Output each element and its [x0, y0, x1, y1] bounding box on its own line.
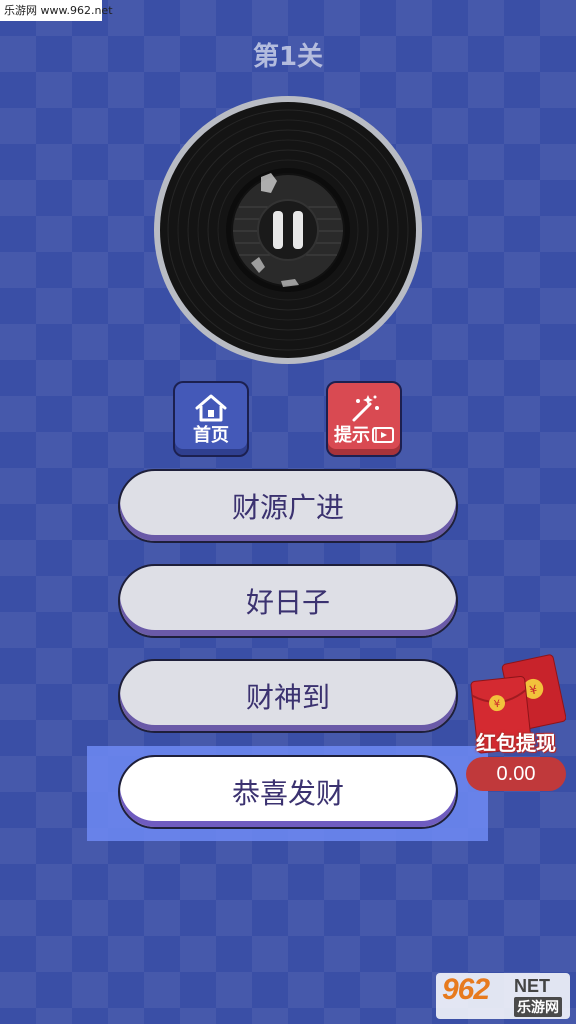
house-icon: [195, 394, 227, 422]
vinyl-record[interactable]: [153, 95, 423, 365]
level-title: 第1关: [252, 42, 324, 72]
hint-button-label: 提示: [334, 425, 370, 446]
hint-button[interactable]: 提示: [326, 381, 402, 457]
red-packet-amount[interactable]: 0.00: [466, 757, 566, 791]
home-button-label: 首页: [193, 425, 229, 446]
answer-option-3[interactable]: 财神到: [118, 659, 458, 733]
video-icon: [372, 427, 394, 443]
watermark-subtitle: 乐游网: [514, 997, 562, 1017]
red-packet-title[interactable]: 红包提现: [466, 727, 566, 756]
svg-text:¥: ¥: [493, 699, 500, 711]
site-watermark-bottom: 962 NET 乐游网: [436, 973, 570, 1019]
site-watermark-top: 乐游网 www.962.net: [0, 0, 113, 21]
answer-option-2[interactable]: 好日子: [118, 564, 458, 638]
watermark-brand: 962: [442, 973, 490, 1006]
pause-icon[interactable]: [257, 199, 319, 261]
watermark-suffix: NET: [514, 976, 550, 996]
answer-option-1[interactable]: 财源广进: [118, 469, 458, 543]
home-button[interactable]: 首页: [173, 381, 249, 457]
answer-option-4[interactable]: 恭喜发财: [118, 755, 458, 829]
magic-wand-icon: [352, 395, 379, 422]
